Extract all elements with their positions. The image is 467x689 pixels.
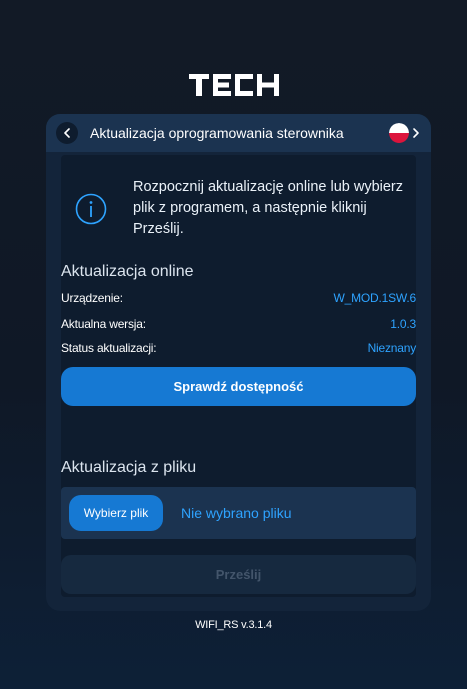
status-label: Status aktualizacji: xyxy=(61,341,157,355)
device-value: W_MOD.1SW.6 xyxy=(333,291,417,305)
file-section-title: Aktualizacja z pliku xyxy=(61,459,197,476)
status-value: Nieznany xyxy=(367,341,417,355)
version-label: Aktualna wersja: xyxy=(61,317,146,331)
device-row: Urządzenie: W_MOD.1SW.6 xyxy=(61,291,416,305)
info-icon xyxy=(75,193,107,224)
firmware-update-card: Aktualizacja oprogramowania sterownika R… xyxy=(46,114,431,611)
update-panel: Rozpocznij aktualizację online lub wybie… xyxy=(61,155,416,597)
chevron-left-icon xyxy=(64,128,70,138)
info-text: Rozpocznij aktualizację online lub wybie… xyxy=(133,179,403,237)
chevron-right-icon xyxy=(413,128,419,138)
version-row: Aktualna wersja: 1.0.3 xyxy=(61,317,416,331)
online-section-title: Aktualizacja online xyxy=(61,263,194,280)
pl-flag-icon xyxy=(389,123,409,143)
tech-logo-mark xyxy=(188,74,279,96)
file-status-text: Nie wybrano pliku xyxy=(181,505,292,521)
status-row: Status aktualizacji: Nieznany xyxy=(61,341,416,355)
choose-file-button[interactable]: Wybierz plik xyxy=(69,495,163,531)
tech-logo xyxy=(0,74,467,96)
device-label: Urządzenie: xyxy=(61,291,123,305)
check-availability-button[interactable]: Sprawdź dostępność xyxy=(61,367,416,406)
send-button[interactable]: Prześlij xyxy=(61,555,416,594)
back-button[interactable] xyxy=(56,122,78,144)
app-version: WIFI_RS v.3.1.4 xyxy=(195,619,272,631)
file-picker: Wybierz plik Nie wybrano pliku xyxy=(61,487,416,539)
page-title: Aktualizacja oprogramowania sterownika xyxy=(90,125,344,141)
card-header: Aktualizacja oprogramowania sterownika xyxy=(46,114,431,152)
version-value: 1.0.3 xyxy=(390,317,416,331)
info-message: Rozpocznij aktualizację online lub wybie… xyxy=(75,177,405,240)
language-switcher[interactable] xyxy=(389,123,421,143)
